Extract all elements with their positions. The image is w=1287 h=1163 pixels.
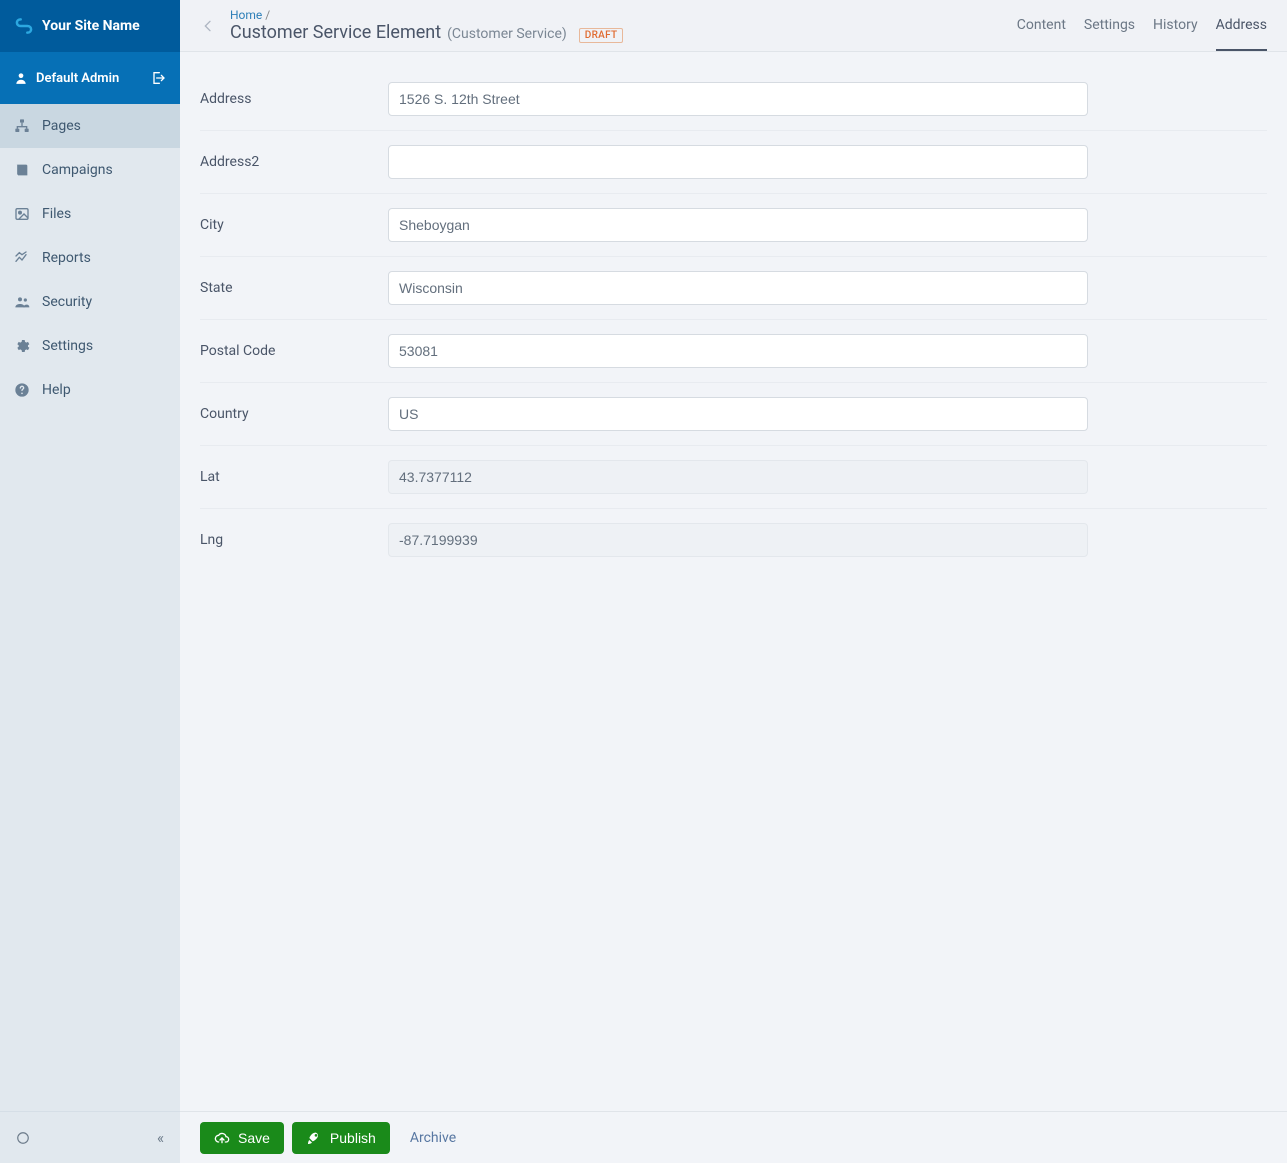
sidebar-item-pages[interactable]: Pages [0,104,180,148]
save-button[interactable]: Save [200,1122,284,1154]
sidebar-item-label: Campaigns [42,162,113,178]
label-country: Country [200,406,388,422]
label-lat: Lat [200,469,388,485]
label-postal: Postal Code [200,343,388,359]
sitemap-icon [14,118,30,134]
label-address: Address [200,91,388,107]
row-lat: Lat [200,446,1267,509]
sidebar-item-label: Pages [42,118,81,134]
brand-name: Your Site Name [42,18,140,34]
tab-history[interactable]: History [1153,0,1198,51]
sidebar-item-help[interactable]: Help [0,368,180,412]
cloud-upload-icon [214,1130,230,1146]
input-state[interactable] [388,271,1088,305]
input-postal[interactable] [388,334,1088,368]
status-badge: DRAFT [579,28,624,43]
user-icon [14,71,28,85]
image-icon [14,206,30,222]
sidebar: Your Site Name Default Admin Pages [0,0,180,1163]
book-icon [14,162,30,178]
collapse-sidebar-button[interactable]: « [157,1129,164,1147]
sidebar-item-reports[interactable]: Reports [0,236,180,280]
row-address2: Address2 [200,131,1267,194]
page-subtype: (Customer Service) [447,26,567,42]
chart-icon [14,250,30,266]
row-state: State [200,257,1267,320]
input-country[interactable] [388,397,1088,431]
label-address2: Address2 [200,154,388,170]
user-name: Default Admin [36,71,119,86]
tab-address[interactable]: Address [1216,0,1267,51]
input-address2[interactable] [388,145,1088,179]
logout-icon[interactable] [150,70,166,86]
input-address[interactable] [388,82,1088,116]
label-state: State [200,280,388,296]
tab-content[interactable]: Content [1017,0,1066,51]
sidebar-nav: Pages Campaigns Files Reports [0,104,180,1111]
input-lng [388,523,1088,557]
sidebar-item-campaigns[interactable]: Campaigns [0,148,180,192]
input-lat [388,460,1088,494]
form-body: Address Address2 City State Postal Code … [180,52,1287,1111]
breadcrumb-sep: / [265,8,270,22]
tabs: Content Settings History Address [1017,0,1267,51]
tab-settings[interactable]: Settings [1084,0,1135,51]
rocket-icon [306,1130,322,1146]
sidebar-item-label: Security [42,294,92,310]
input-city[interactable] [388,208,1088,242]
row-country: Country [200,383,1267,446]
brand-header[interactable]: Your Site Name [0,0,180,52]
row-city: City [200,194,1267,257]
sidebar-footer: « [0,1111,180,1163]
sidebar-item-label: Help [42,382,71,398]
publish-button[interactable]: Publish [292,1122,390,1154]
row-postal: Postal Code [200,320,1267,383]
gear-icon [14,338,30,354]
row-address: Address [200,68,1267,131]
page-title: Customer Service Element [230,22,441,43]
back-button[interactable] [200,18,216,34]
status-circle-icon[interactable] [16,1131,30,1145]
sidebar-item-label: Files [42,206,71,222]
topbar: Home / Customer Service Element (Custome… [180,0,1287,52]
breadcrumb-home[interactable]: Home [230,8,262,22]
label-city: City [200,217,388,233]
archive-link[interactable]: Archive [410,1130,456,1146]
sidebar-item-settings[interactable]: Settings [0,324,180,368]
main: Home / Customer Service Element (Custome… [180,0,1287,1163]
sidebar-item-security[interactable]: Security [0,280,180,324]
sidebar-user: Default Admin [0,52,180,104]
logo-icon [14,16,42,36]
footer-bar: Save Publish Archive [180,1111,1287,1163]
sidebar-item-label: Reports [42,250,91,266]
help-icon [14,382,30,398]
row-lng: Lng [200,509,1267,571]
sidebar-item-label: Settings [42,338,93,354]
label-lng: Lng [200,532,388,548]
breadcrumb-and-title: Home / Customer Service Element (Custome… [230,8,1003,43]
sidebar-item-files[interactable]: Files [0,192,180,236]
users-icon [14,294,30,310]
breadcrumb: Home / [230,8,1003,22]
